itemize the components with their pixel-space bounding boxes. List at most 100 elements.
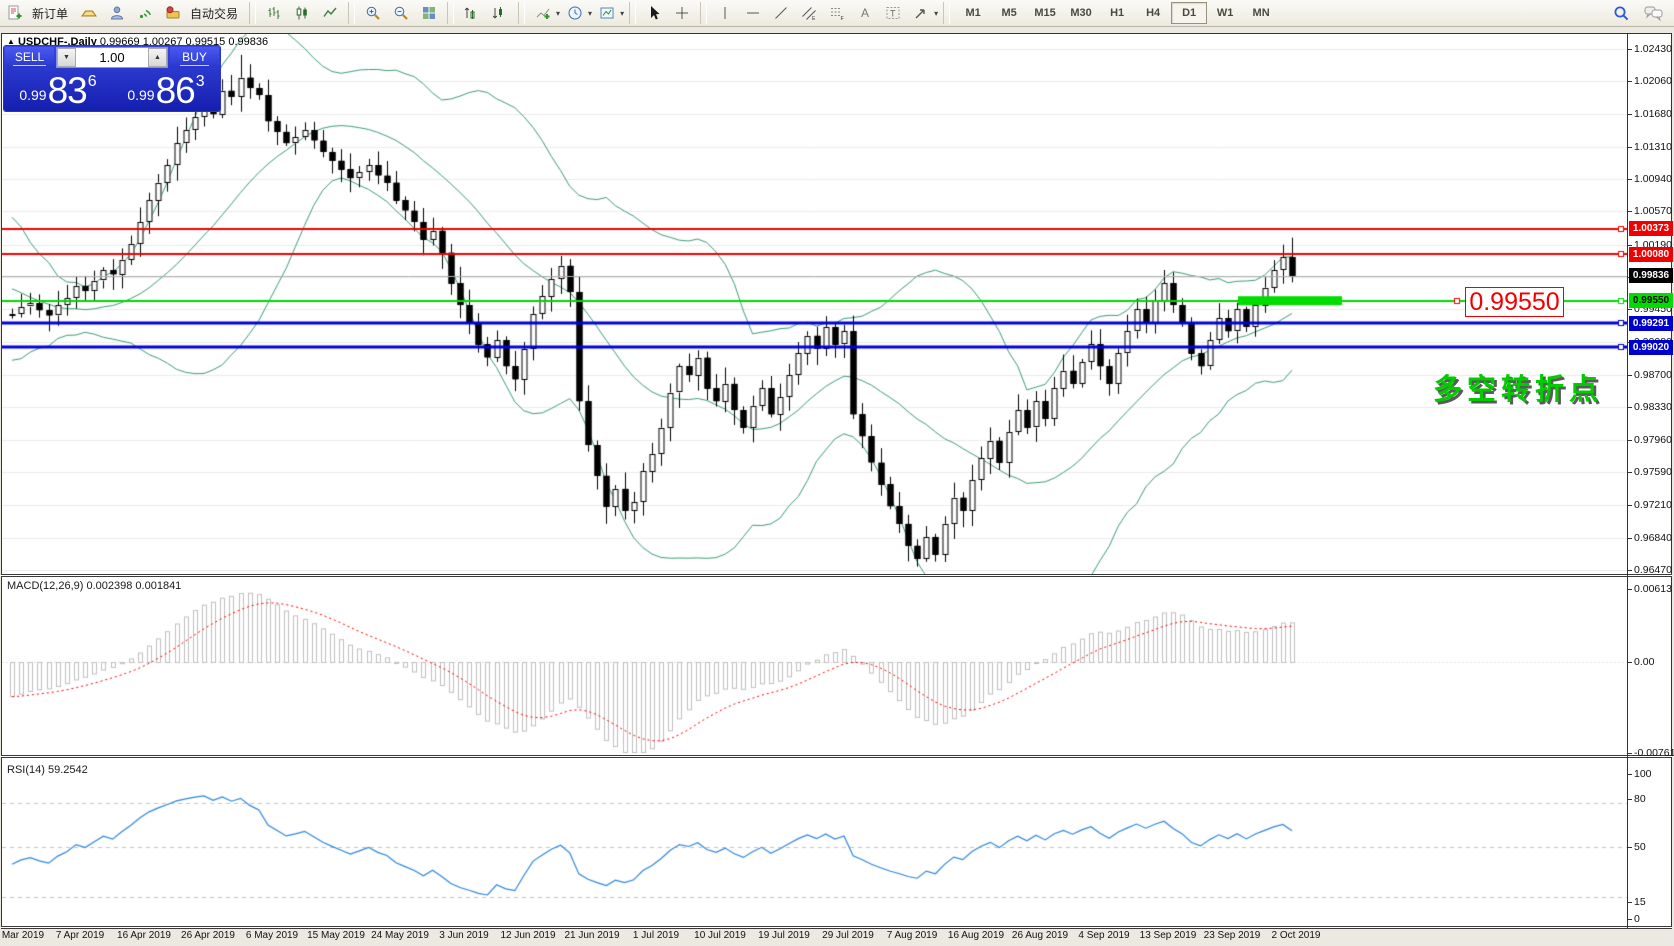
buy-price-pipette: 3 <box>196 73 205 91</box>
timeframe-button-h4[interactable]: H4 <box>1135 2 1171 24</box>
chat-icon <box>1644 5 1663 21</box>
price-tick-mark <box>1628 753 1632 754</box>
signal-icon <box>137 5 153 21</box>
timeframe-button-m30[interactable]: M30 <box>1063 2 1099 24</box>
timeframe-button-w1[interactable]: W1 <box>1207 2 1243 24</box>
price-tick-mark <box>1628 114 1632 115</box>
line-chart-button[interactable] <box>317 1 343 25</box>
date-tick-label: 16 Aug 2019 <box>948 930 1004 941</box>
templates-button[interactable] <box>594 1 620 25</box>
date-tick-label: 2 Oct 2019 <box>1272 930 1321 941</box>
sell-price-prefix: 0.99 <box>19 87 46 103</box>
cursor-tool-button[interactable] <box>641 1 667 25</box>
periods-dropdown-caret[interactable]: ▾ <box>588 9 592 18</box>
sell-button[interactable]: SELL <box>5 47 54 68</box>
price-tick-mark <box>1628 570 1632 571</box>
sell-price-big-digits: 83 <box>48 74 87 107</box>
date-tick-label: 1 Jul 2019 <box>633 930 679 941</box>
rsi-panel-separator[interactable] <box>1 755 1672 758</box>
channel-tool[interactable]: E <box>796 1 822 25</box>
timeframe-button-m1[interactable]: M1 <box>955 2 991 24</box>
timeframe-button-h1[interactable]: H1 <box>1099 2 1135 24</box>
price-tick-mark <box>1628 919 1632 920</box>
buy-button[interactable]: BUY <box>170 47 219 68</box>
new-order-button[interactable] <box>2 1 28 25</box>
vertical-line-tool[interactable] <box>712 1 738 25</box>
indicators-button[interactable] <box>530 1 556 25</box>
svg-text:T: T <box>890 9 896 19</box>
main-price-chart[interactable] <box>2 34 1627 574</box>
bar-chart-icon <box>266 5 282 21</box>
zoom-in-icon <box>365 5 381 21</box>
community-chat-button[interactable] <box>1640 1 1666 25</box>
price-tick-label: 0.00613 <box>1634 583 1674 595</box>
autotrade-button[interactable] <box>160 1 186 25</box>
search-button[interactable] <box>1608 1 1634 25</box>
horizontal-line-tool[interactable] <box>740 1 766 25</box>
date-tick-label: 4 Sep 2019 <box>1078 930 1129 941</box>
fibonacci-tool[interactable]: F <box>824 1 850 25</box>
collapse-triangle-icon[interactable]: ▲ <box>7 37 15 46</box>
templates-dropdown-caret[interactable]: ▾ <box>620 9 624 18</box>
date-tick-label: 7 Apr 2019 <box>56 930 104 941</box>
price-tick-label: 0.97210 <box>1634 499 1674 511</box>
macd-indicator-chart[interactable] <box>2 577 1627 755</box>
timeframe-button-m15[interactable]: M15 <box>1027 2 1063 24</box>
text-label-tool[interactable]: T <box>880 1 906 25</box>
zoom-in-button[interactable] <box>360 1 386 25</box>
cursor-icon <box>646 5 662 21</box>
price-tick-mark <box>1628 375 1632 376</box>
price-tick-mark <box>1628 309 1632 310</box>
price-tick-label: 15 <box>1634 896 1674 908</box>
rsi-label: RSI(14) 59.2542 <box>7 764 88 776</box>
price-level-label: 0.99836 <box>1629 268 1673 283</box>
rsi-indicator-chart[interactable] <box>2 758 1627 926</box>
periods-button[interactable] <box>562 1 588 25</box>
price-callout-box[interactable]: 0.99550 <box>1465 287 1564 317</box>
market-watch-button[interactable] <box>76 1 102 25</box>
toolbar-separator <box>348 2 355 24</box>
tile-windows-button[interactable] <box>416 1 442 25</box>
volume-decrease-button[interactable]: ▼ <box>57 48 76 67</box>
volume-field[interactable]: 1.00 <box>76 48 148 67</box>
timeframe-button-d1[interactable]: D1 <box>1171 2 1207 24</box>
new-order-icon <box>7 5 23 21</box>
date-axis-separator <box>1 926 1672 929</box>
accounts-button[interactable] <box>104 1 130 25</box>
buy-price-button[interactable]: 0.99 86 3 <box>113 68 219 110</box>
price-tick-mark <box>1628 179 1632 180</box>
price-level-label: 1.00373 <box>1629 221 1673 236</box>
price-tick-label: 1.01680 <box>1634 108 1674 120</box>
price-tick-label: 0.00 <box>1634 656 1674 668</box>
macd-panel-separator[interactable] <box>1 574 1672 577</box>
svg-text:F: F <box>841 16 845 21</box>
arrows-tool[interactable] <box>908 1 934 25</box>
toolbar-separator <box>249 2 256 24</box>
text-label-icon: T <box>885 5 901 21</box>
timeframe-button-m5[interactable]: M5 <box>991 2 1027 24</box>
price-tick-mark <box>1628 440 1632 441</box>
arrows-dropdown-caret[interactable]: ▾ <box>934 9 938 18</box>
arrange-charts-alt-button[interactable] <box>487 1 513 25</box>
arrange-charts-button[interactable] <box>459 1 485 25</box>
volume-increase-button[interactable]: ▲ <box>148 48 167 67</box>
hline-icon <box>745 5 761 21</box>
sell-price-button[interactable]: 0.99 83 6 <box>5 68 111 110</box>
zoom-out-button[interactable] <box>388 1 414 25</box>
crosshair-tool-button[interactable] <box>669 1 695 25</box>
price-tick-mark <box>1628 81 1632 82</box>
signals-button[interactable] <box>132 1 158 25</box>
candlestick-chart-button[interactable] <box>289 1 315 25</box>
price-tick-label: 80 <box>1634 793 1674 805</box>
price-tick-label: 0.97590 <box>1634 466 1674 478</box>
bar-chart-button[interactable] <box>261 1 287 25</box>
autotrade-label[interactable]: 自动交易 <box>188 5 244 22</box>
price-tick-mark <box>1628 211 1632 212</box>
turning-point-annotation[interactable]: 多空转折点 <box>1433 366 1603 408</box>
text-tool[interactable]: A <box>852 1 878 25</box>
toolbar-separator <box>629 2 636 24</box>
timeframe-button-mn[interactable]: MN <box>1243 2 1279 24</box>
new-order-label[interactable]: 新订单 <box>30 5 74 22</box>
trendline-tool[interactable] <box>768 1 794 25</box>
indicators-dropdown-caret[interactable]: ▾ <box>556 9 560 18</box>
